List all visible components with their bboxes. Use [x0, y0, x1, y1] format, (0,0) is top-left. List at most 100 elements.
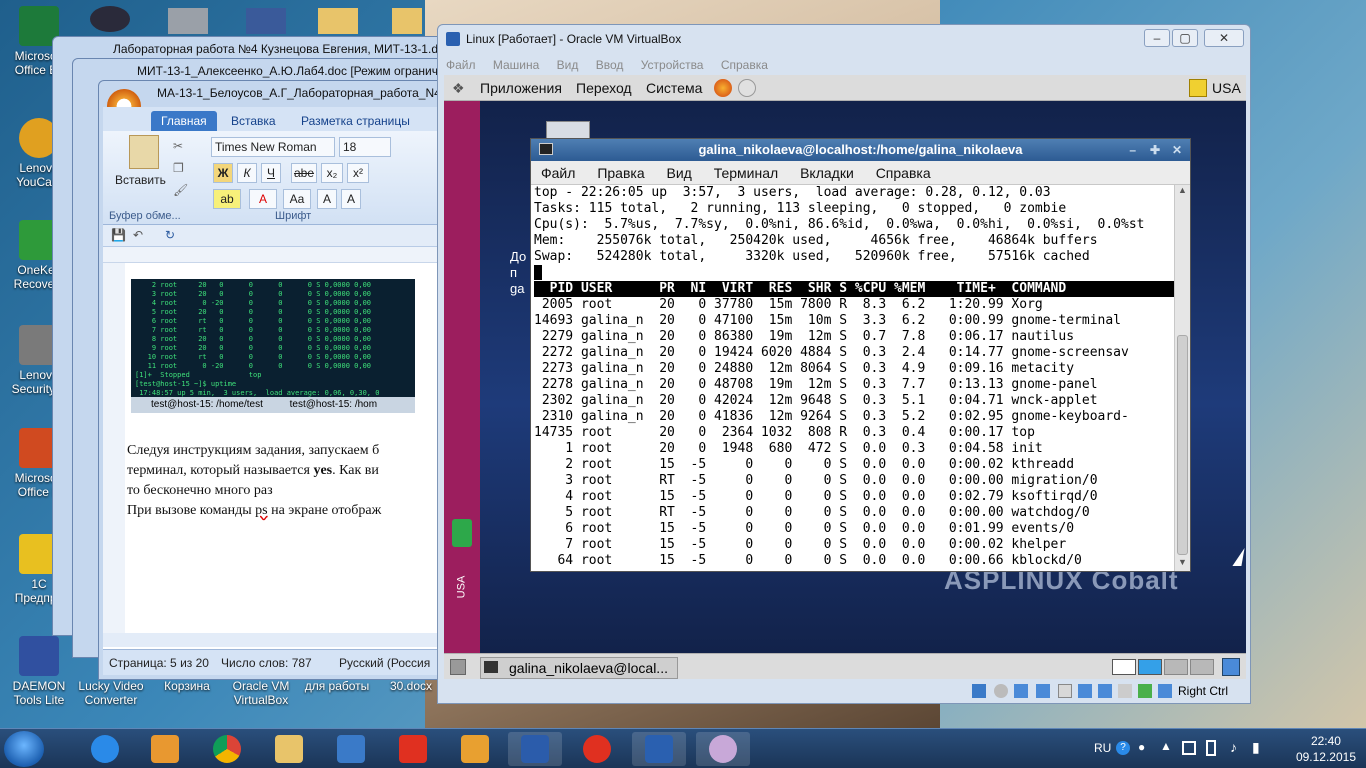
shrink-font-button[interactable]: A	[341, 189, 361, 209]
highlight-button[interactable]: ab	[213, 189, 241, 209]
taskbar-terminal-item[interactable]: galina_nikolaeva@local...	[480, 657, 678, 679]
taskbar-media[interactable]	[138, 732, 192, 766]
term-menu-tabs[interactable]: Вкладки	[800, 165, 854, 181]
term-menu-help[interactable]: Справка	[876, 165, 931, 181]
capture-icon[interactable]	[1098, 684, 1112, 698]
mail-icon[interactable]	[738, 79, 756, 97]
settings-gear-icon[interactable]	[168, 8, 208, 34]
keyboard-capture-icon[interactable]	[1158, 684, 1172, 698]
wifi-icon[interactable]: ▮	[1252, 739, 1260, 756]
horizontal-scrollbar[interactable]	[103, 633, 446, 647]
vbox-menu-devices[interactable]: Устройства	[641, 58, 704, 72]
help-icon[interactable]: ?	[1116, 741, 1130, 755]
undo-icon[interactable]: ↶	[133, 228, 143, 242]
keyboard-indicator-icon[interactable]	[1189, 79, 1207, 97]
cut-icon[interactable]: ✂	[173, 139, 183, 153]
battery-icon[interactable]	[1206, 740, 1216, 756]
display-icon[interactable]	[1078, 684, 1092, 698]
superscript-button[interactable]: x²	[347, 163, 369, 183]
taskbar-tools[interactable]	[448, 732, 502, 766]
terminal-screen[interactable]: top - 22:26:05 up 3:57, 3 users, load av…	[531, 185, 1176, 571]
folder-top-icon-2[interactable]	[392, 8, 422, 34]
trash-applet-icon[interactable]	[1222, 658, 1240, 676]
term-menu-view[interactable]: Вид	[667, 165, 692, 181]
tab-home[interactable]: Главная	[151, 111, 217, 131]
workspace-1[interactable]	[1112, 659, 1136, 675]
font-size-select[interactable]: 18	[339, 137, 391, 157]
cd-icon[interactable]	[994, 684, 1008, 698]
hdd-icon[interactable]	[972, 684, 986, 698]
close-button[interactable]: ✕	[1204, 29, 1244, 47]
format-painter-icon[interactable]: 🖌	[173, 183, 188, 197]
guest-desktop-icon-label[interactable]: До п ga	[510, 249, 526, 297]
term-menu-terminal[interactable]: Терминал	[714, 165, 778, 181]
taskbar-yandex-browser[interactable]	[570, 732, 624, 766]
subscript-button[interactable]: x₂	[321, 163, 343, 183]
tab-insert[interactable]: Вставка	[221, 111, 286, 131]
start-button[interactable]	[4, 731, 44, 767]
maximize-button[interactable]: ▢	[1172, 29, 1198, 47]
network-icon[interactable]	[1014, 684, 1028, 698]
gnome-menu-applications[interactable]: Приложения	[480, 75, 562, 101]
tray-expand-icon[interactable]: ▲	[1160, 739, 1172, 753]
font-color-button[interactable]: A	[249, 189, 277, 209]
taskbar-virtualbox[interactable]	[632, 732, 686, 766]
taskbar-explorer[interactable]	[262, 732, 316, 766]
paste-icon[interactable]	[129, 135, 159, 169]
taskbar-sound[interactable]	[324, 732, 378, 766]
terminal-maximize-button[interactable]: ✚	[1150, 139, 1160, 161]
grow-font-button[interactable]: A	[317, 189, 337, 209]
keyboard-layout[interactable]: USA	[1212, 75, 1241, 101]
save-icon[interactable]: 💾	[111, 228, 126, 242]
vbox-menu-help[interactable]: Справка	[721, 58, 768, 72]
taskbar-yandex[interactable]	[386, 732, 440, 766]
word-window-3[interactable]: МА-13-1_Белоусов_А.Г_Лабораторная_работа…	[98, 80, 447, 680]
change-case-button[interactable]: Aa	[283, 189, 311, 209]
gnome-menu-system[interactable]: Система	[646, 75, 702, 101]
tray-language[interactable]: RU	[1094, 741, 1111, 755]
strikethrough-button[interactable]: abe	[291, 163, 317, 183]
redo-icon[interactable]: ↻	[165, 228, 175, 242]
vbox-menu-view[interactable]: Вид	[557, 58, 579, 72]
font-name-select[interactable]: Times New Roman	[211, 137, 335, 157]
show-desktop-icon[interactable]	[450, 659, 466, 675]
volume-icon[interactable]: ♪	[1230, 739, 1237, 755]
gnome-foot-icon[interactable]: ❖	[452, 75, 465, 101]
vbox-menu-input[interactable]: Ввод	[596, 58, 624, 72]
media-icon[interactable]	[90, 6, 130, 32]
taskbar-chrome[interactable]	[200, 732, 254, 766]
status-words[interactable]: Число слов: 787	[221, 650, 312, 676]
taskbar-ie[interactable]	[78, 732, 132, 766]
taskbar-word[interactable]	[508, 732, 562, 766]
scroll-thumb[interactable]	[1177, 335, 1188, 555]
minimize-button[interactable]: –	[1144, 29, 1170, 47]
shared-folders-icon[interactable]	[1058, 684, 1072, 698]
italic-button[interactable]: К	[237, 163, 257, 183]
folder-top-icon[interactable]	[318, 8, 358, 34]
scroll-up-icon[interactable]: ▲	[1177, 185, 1188, 199]
taskbar-paint[interactable]	[696, 732, 750, 766]
gnome-menu-places[interactable]: Переход	[576, 75, 632, 101]
term-menu-edit[interactable]: Правка	[597, 165, 644, 181]
term-menu-file[interactable]: Файл	[541, 165, 575, 181]
underline-button[interactable]: Ч	[261, 163, 281, 183]
terminal-scrollbar[interactable]: ▲ ▼	[1174, 185, 1190, 571]
workspace-2[interactable]	[1138, 659, 1162, 675]
cpu-icon[interactable]	[1118, 684, 1132, 698]
running-man-icon[interactable]	[452, 519, 472, 547]
copy-icon[interactable]: ❐	[173, 161, 184, 175]
terminal-window[interactable]: galina_nikolaeva@localhost:/home/galina_…	[530, 138, 1191, 572]
action-center-icon[interactable]	[1182, 741, 1196, 755]
paste-button[interactable]: Вставить	[115, 173, 166, 187]
tray-icon[interactable]: ●	[1138, 740, 1145, 754]
bold-button[interactable]: Ж	[213, 163, 233, 183]
terminal-minimize-button[interactable]: –	[1129, 139, 1136, 161]
vbox-menu-file[interactable]: Файл	[446, 58, 476, 72]
tab-page-layout[interactable]: Разметка страницы	[291, 111, 420, 131]
firefox-icon[interactable]	[714, 79, 732, 97]
computer-icon[interactable]	[546, 121, 590, 139]
hp-icon[interactable]	[246, 8, 286, 34]
vbox-menu-machine[interactable]: Машина	[493, 58, 539, 72]
mouse-integration-icon[interactable]	[1138, 684, 1152, 698]
status-page[interactable]: Страница: 5 из 20	[109, 650, 209, 676]
